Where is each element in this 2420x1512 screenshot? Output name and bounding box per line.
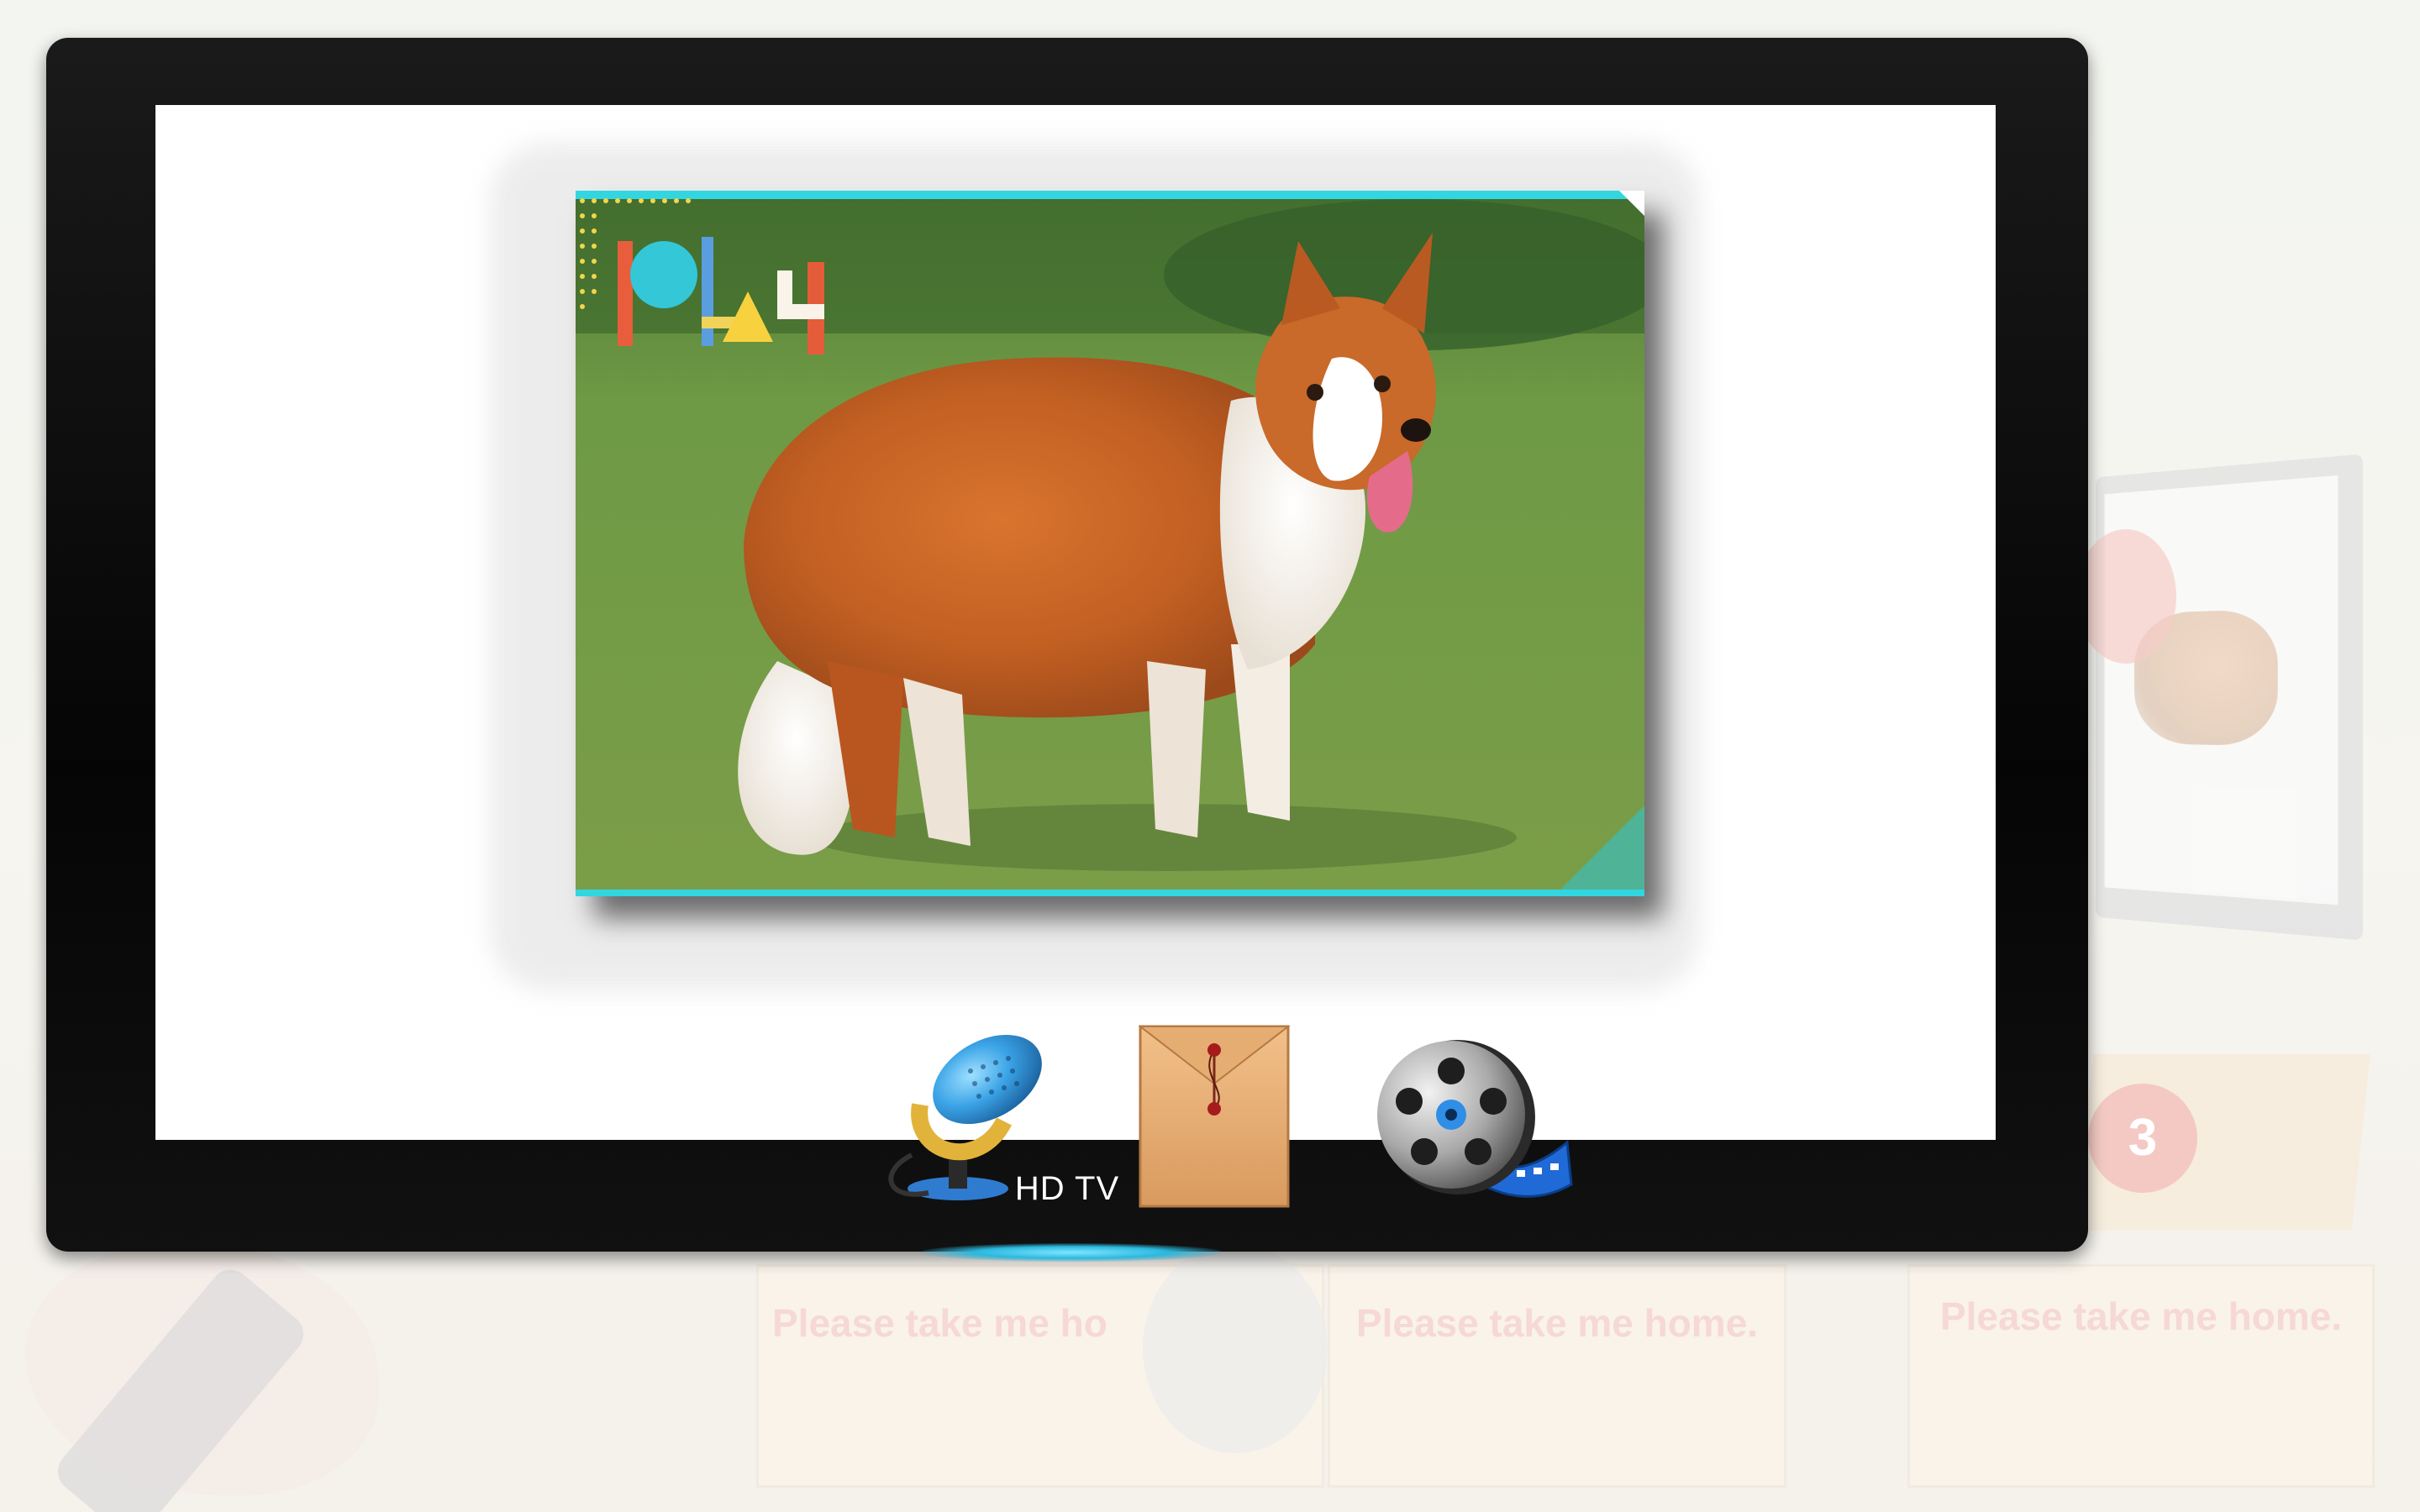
dog-photo[interactable] [576,191,1644,896]
play-logo [580,198,824,354]
photo-corner-fold [1619,191,1644,216]
tv-frame: HD TV [46,38,2088,1262]
photo-corner-hatch [1560,806,1644,890]
tv-brand-label: HD TV [1014,1170,1120,1207]
tv-power-led [920,1243,1223,1262]
photo-bottom-accent-line [576,890,1644,896]
tv-screen [155,105,1996,1208]
